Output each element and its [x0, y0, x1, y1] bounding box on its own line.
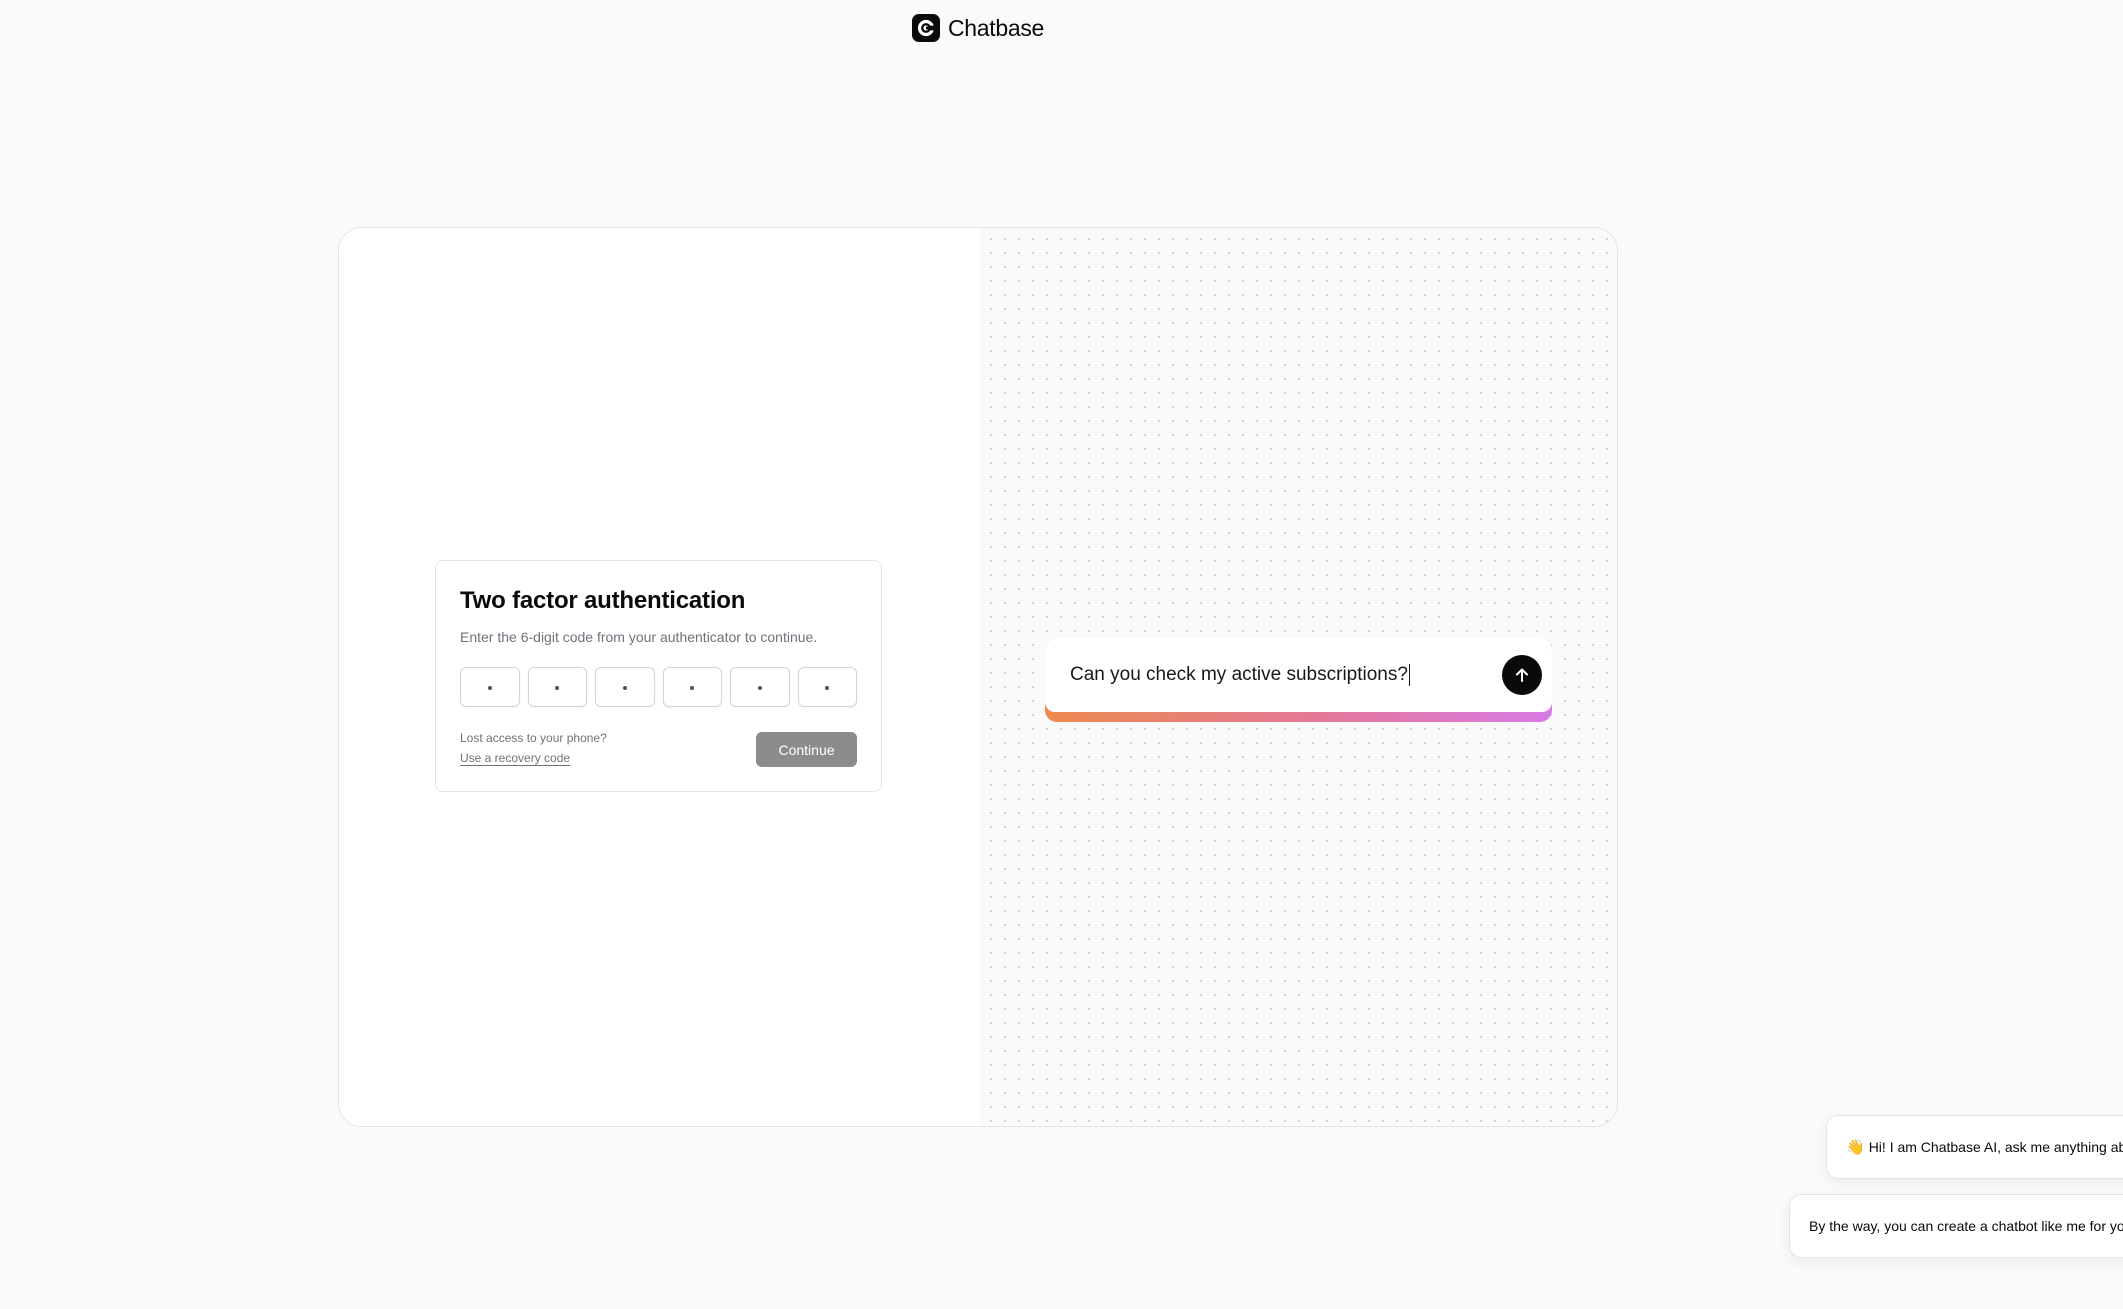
placeholder-dot-icon [487, 686, 492, 690]
auth-subtitle: Enter the 6-digit code from your authent… [460, 629, 818, 645]
auth-pane: Two factor authentication Enter the 6-di… [339, 228, 980, 1126]
chat-input-gradient: Can you check my active subscriptions? [1045, 638, 1552, 722]
chat-input-text: Can you check my active subscriptions? [1070, 663, 1502, 686]
auth-title: Two factor authentication [460, 587, 746, 614]
main-card: Two factor authentication Enter the 6-di… [338, 227, 1618, 1127]
otp-digit-input[interactable] [527, 667, 587, 707]
text-caret [1408, 663, 1410, 686]
header: Chatbase [0, 14, 1956, 42]
promo-text: By the way, you can create a chatbot lik… [1809, 1218, 2123, 1234]
greeting-text: Hi! I am Chatbase AI, ask me anything ab [1868, 1139, 2123, 1155]
arrow-up-icon [1516, 668, 1528, 682]
chat-input[interactable]: Can you check my active subscriptions? [1045, 638, 1552, 712]
otp-digit-input[interactable] [797, 667, 857, 707]
otp-digit-input[interactable] [730, 667, 790, 707]
otp-digit-input[interactable] [595, 667, 655, 707]
lost-access-text: Lost access to your phone? [460, 731, 607, 745]
waving-hand-icon: 👋 [1846, 1139, 1865, 1156]
auth-footer: Lost access to your phone? Use a recover… [460, 731, 857, 767]
chatbase-logo-icon [911, 14, 940, 42]
placeholder-dot-icon [622, 686, 627, 690]
otp-input-group [460, 667, 857, 707]
send-button[interactable] [1502, 655, 1542, 695]
brand-name: Chatbase [947, 14, 1045, 41]
placeholder-dot-icon [825, 686, 830, 690]
continue-button[interactable]: Continue [756, 732, 857, 767]
recovery-code-link[interactable]: Use a recovery code [460, 751, 570, 765]
placeholder-dot-icon [555, 686, 560, 690]
otp-digit-input[interactable] [460, 667, 520, 707]
chat-widget-bubble-greeting[interactable]: 👋 Hi! I am Chatbase AI, ask me anything … [1826, 1115, 2123, 1179]
chat-input-value: Can you check my active subscriptions? [1070, 664, 1408, 685]
chat-widget-bubble-promo[interactable]: By the way, you can create a chatbot lik… [1789, 1194, 2123, 1258]
otp-digit-input[interactable] [662, 667, 722, 707]
placeholder-dot-icon [690, 686, 695, 690]
recovery-section: Lost access to your phone? Use a recover… [460, 731, 607, 767]
two-factor-card: Two factor authentication Enter the 6-di… [435, 560, 882, 792]
brand-logo-link[interactable]: Chatbase [911, 14, 1045, 42]
chat-demo-pane: Can you check my active subscriptions? [980, 228, 1617, 1126]
placeholder-dot-icon [757, 686, 762, 690]
